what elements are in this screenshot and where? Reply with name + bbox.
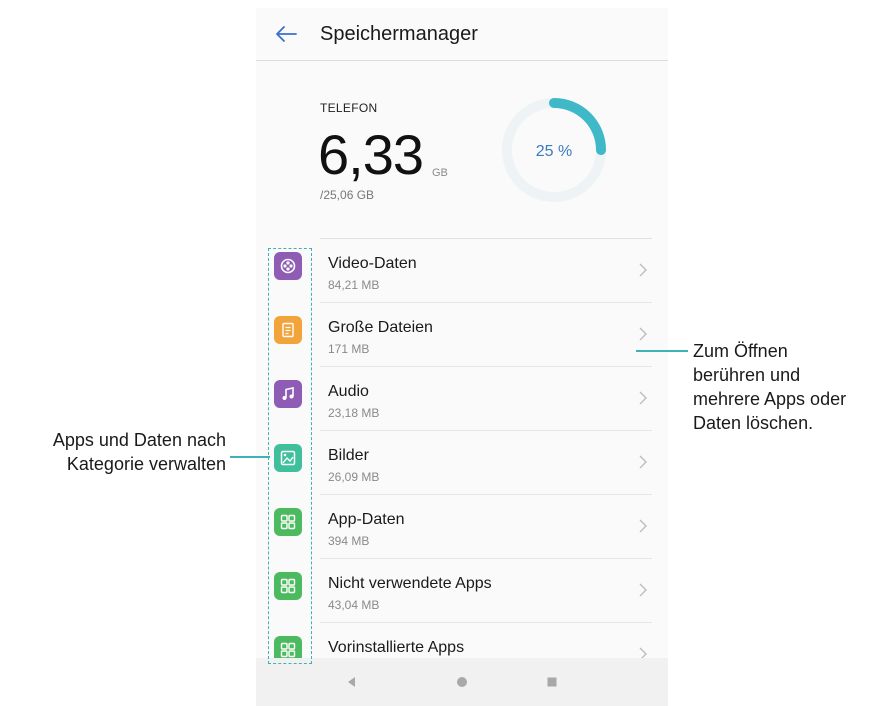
callout-right-line2: berühren und <box>693 365 801 385</box>
callout-left-line1: Apps und Daten nach <box>52 430 226 450</box>
category-size: 26,09 MB <box>328 470 380 484</box>
chevron-right-icon <box>639 455 647 469</box>
callout-manage-categories: Apps und Daten nach Kategorie verwalten <box>8 428 226 476</box>
storage-used-value: 6,33 <box>318 123 424 186</box>
category-name: Audio <box>328 383 369 400</box>
category-name: App-Daten <box>328 511 405 528</box>
storage-label: TELEFON <box>320 101 378 115</box>
category-row[interactable]: Bilder 26,09 MB <box>256 431 668 495</box>
category-row[interactable]: Video-Daten 84,21 MB <box>256 239 668 303</box>
page-title: Speichermanager <box>320 23 478 45</box>
category-size: 394 MB <box>328 534 370 548</box>
callout-right-line1: Zum Öffnen <box>693 341 788 361</box>
category-row[interactable]: Nicht verwendete Apps 43,04 MB <box>256 559 668 623</box>
category-name: Vorinstallierte Apps <box>328 639 465 656</box>
category-name: Nicht verwendete Apps <box>328 575 492 592</box>
callout-right-leader <box>636 350 688 352</box>
app-bar: Speichermanager <box>256 8 668 60</box>
nav-recents-icon[interactable] <box>542 672 562 692</box>
chevron-right-icon <box>639 391 647 405</box>
system-nav-bar <box>256 658 668 706</box>
category-size: 171 MB <box>328 342 370 356</box>
nav-back-icon[interactable] <box>342 672 362 692</box>
category-size: 84,21 MB <box>328 278 380 292</box>
nav-home-icon[interactable] <box>452 672 472 692</box>
chevron-right-icon <box>639 519 647 533</box>
category-name: Große Dateien <box>328 319 433 336</box>
category-row[interactable]: Große Dateien 171 MB <box>256 303 668 367</box>
callout-open-and-delete: Zum Öffnen berühren und mehrere Apps ode… <box>693 339 889 435</box>
storage-donut-chart: 25 % <box>502 98 606 202</box>
storage-used-unit: GB <box>432 167 448 179</box>
storage-total: /25,06 GB <box>320 188 375 202</box>
category-name: Bilder <box>328 447 369 464</box>
category-row[interactable]: Audio 23,18 MB <box>256 367 668 431</box>
callout-left-line2: Kategorie verwalten <box>66 454 226 474</box>
phone-screen: Speichermanager TELEFON 6,33 GB /25,06 G… <box>256 8 668 706</box>
category-name: Video-Daten <box>328 255 417 272</box>
callout-right-line3: mehrere Apps oder <box>693 389 847 409</box>
chevron-right-icon <box>639 583 647 597</box>
chevron-right-icon <box>639 327 647 341</box>
category-row[interactable]: App-Daten 394 MB <box>256 495 668 559</box>
category-size: 23,18 MB <box>328 406 380 420</box>
category-icons-highlight <box>268 248 312 664</box>
callout-right-line4: Daten löschen. <box>693 413 814 433</box>
storage-percent-label: 25 % <box>536 143 572 160</box>
category-size: 43,04 MB <box>328 598 380 612</box>
callout-left-leader <box>230 456 270 458</box>
chevron-right-icon <box>639 263 647 277</box>
app-bar-divider <box>256 60 668 61</box>
back-arrow-icon[interactable] <box>272 20 300 48</box>
